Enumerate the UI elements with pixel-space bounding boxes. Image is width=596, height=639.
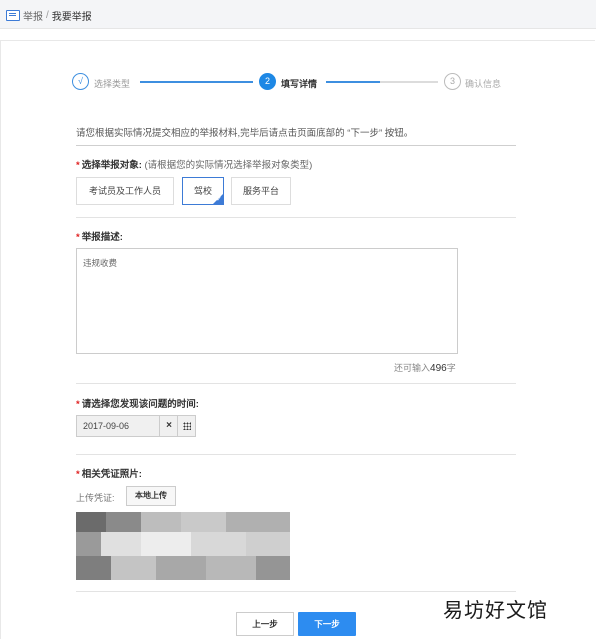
remaining-count: 496 bbox=[430, 363, 447, 374]
target-label: * 选择举报对象: (请根据您的实际情况选择举报对象类型) bbox=[76, 157, 312, 171]
target-hint: (请根据您的实际情况选择举报对象类型) bbox=[144, 160, 313, 171]
instruction-text: 请您根据实际情况提交相应的举报材料,完毕后请点击页面底部的 “下一步” 按钮。 bbox=[76, 128, 414, 139]
target-option-examiner[interactable]: 考试员及工作人员 bbox=[76, 177, 174, 205]
step-1-check-icon: √ bbox=[72, 73, 89, 90]
divider bbox=[76, 383, 516, 384]
step-2-badge: 2 bbox=[259, 73, 276, 90]
divider bbox=[76, 217, 516, 218]
date-label-text: 请选择您发现该问题的时间: bbox=[81, 399, 199, 410]
description-textarea[interactable]: 违规收费 bbox=[76, 248, 458, 354]
photo-label-text: 相关凭证照片: bbox=[81, 469, 142, 480]
breadcrumb-separator: / bbox=[46, 10, 49, 21]
required-mark: * bbox=[76, 469, 80, 480]
watermark-text: 易坊好文馆 bbox=[443, 598, 548, 622]
divider bbox=[76, 591, 516, 592]
description-label: * 举报描述: bbox=[76, 229, 123, 243]
prev-step-button[interactable]: 上一步 bbox=[236, 612, 294, 636]
required-mark: * bbox=[76, 232, 80, 243]
required-mark: * bbox=[76, 399, 80, 410]
step-1-label: 选择类型 bbox=[94, 79, 131, 89]
top-bar: 举报 / 我要举报 bbox=[0, 0, 596, 29]
calendar-icon[interactable] bbox=[177, 416, 196, 436]
photo-label: * 相关凭证照片: bbox=[76, 466, 142, 480]
list-icon bbox=[6, 10, 20, 21]
next-step-button[interactable]: 下一步 bbox=[298, 612, 356, 636]
target-option-driving-school[interactable]: 驾校 ✓ bbox=[182, 177, 224, 205]
description-label-text: 举报描述: bbox=[81, 232, 123, 243]
close-icon[interactable]: × bbox=[159, 416, 178, 436]
remaining-prefix: 还可输入 bbox=[394, 363, 431, 373]
target-option-driving-school-label: 驾校 bbox=[193, 186, 212, 196]
step-line-2-done bbox=[326, 81, 380, 83]
required-mark: * bbox=[76, 160, 80, 171]
date-value: 2017-09-06 bbox=[83, 421, 130, 431]
date-picker[interactable]: 2017-09-06 × bbox=[76, 415, 196, 437]
date-label: * 请选择您发现该问题的时间: bbox=[76, 396, 199, 410]
remaining-chars: 还可输入496字 bbox=[394, 361, 456, 374]
breadcrumb-current: 我要举报 bbox=[51, 12, 92, 23]
step-2-label: 填写详情 bbox=[281, 79, 318, 89]
target-label-text: 选择举报对象: bbox=[81, 160, 142, 171]
breadcrumb-parent[interactable]: 举报 bbox=[23, 8, 43, 23]
step-3-label: 确认信息 bbox=[465, 79, 502, 89]
divider bbox=[76, 454, 516, 455]
divider bbox=[76, 145, 516, 146]
check-icon: ✓ bbox=[216, 196, 222, 203]
step-line-1 bbox=[140, 81, 253, 83]
breadcrumb: 举报 / 我要举报 bbox=[6, 8, 92, 23]
step-line-2-pending bbox=[380, 81, 438, 83]
upload-button[interactable]: 本地上传 bbox=[126, 486, 176, 506]
step-3-badge: 3 bbox=[444, 73, 461, 90]
target-option-service-platform[interactable]: 服务平台 bbox=[231, 177, 291, 205]
remaining-suffix: 字 bbox=[446, 363, 456, 373]
upload-label: 上传凭证: bbox=[76, 493, 115, 503]
evidence-photo-thumbnail[interactable] bbox=[76, 512, 290, 580]
